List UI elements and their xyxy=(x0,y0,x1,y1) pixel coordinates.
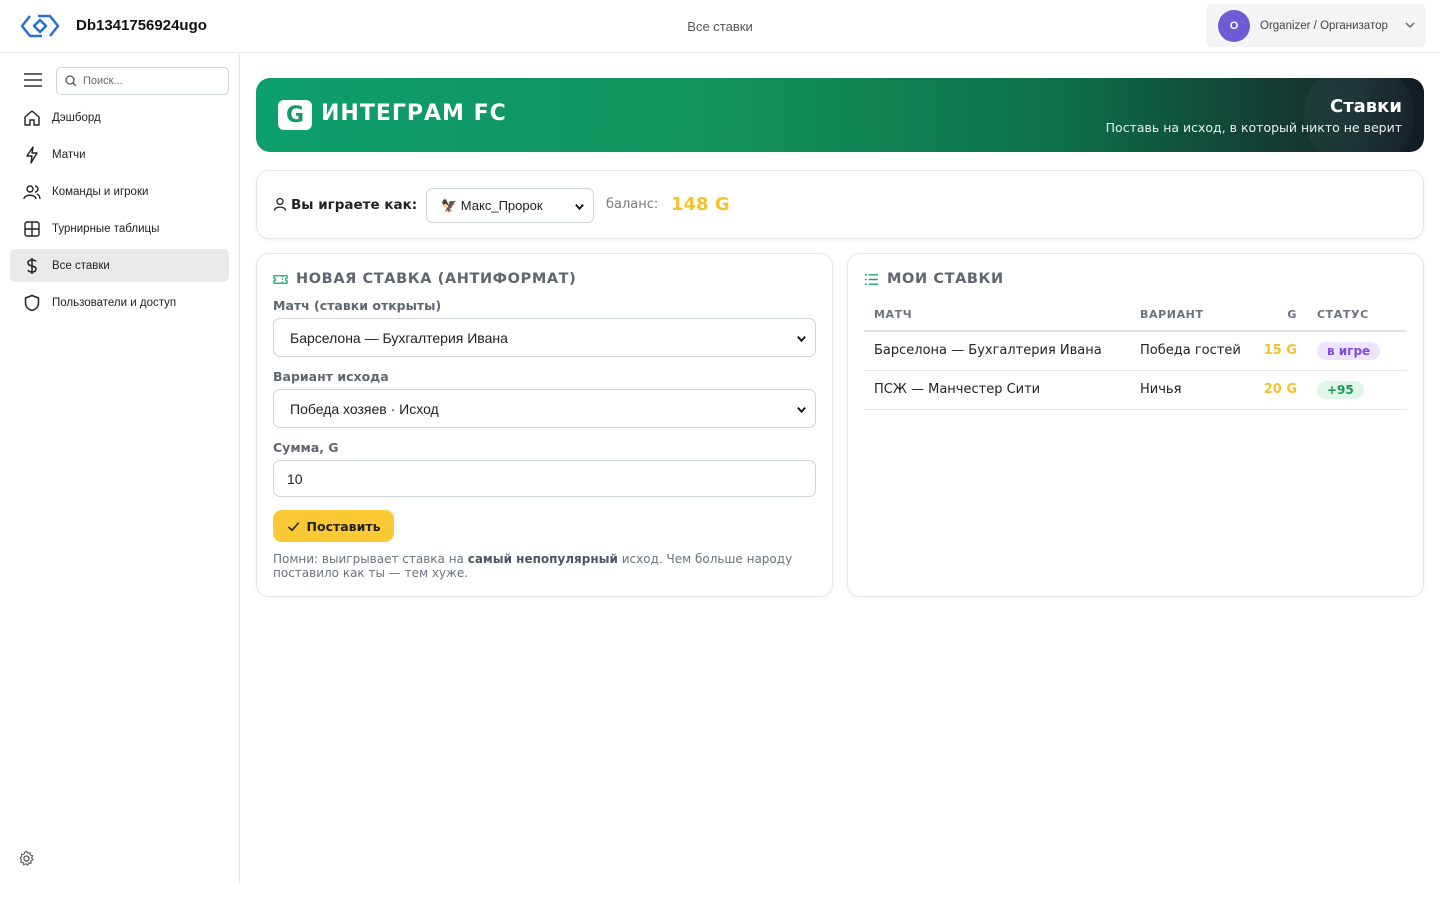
users-icon xyxy=(23,184,41,199)
sidebar-item-label: Команды и игроки xyxy=(52,185,149,198)
table-row: Барселона — Бухгалтерия Ивана Победа гос… xyxy=(864,331,1407,371)
search-box[interactable] xyxy=(56,67,229,95)
user-menu-button[interactable]: O Organizer / Организатор xyxy=(1206,4,1426,47)
amount-label: Сумма, G xyxy=(273,440,339,455)
dollar-icon xyxy=(27,257,37,274)
match-label: Матч (ставки открыты) xyxy=(273,298,442,313)
chevron-down-icon xyxy=(575,204,584,211)
status-badge: +95 xyxy=(1317,380,1364,399)
chevron-down-icon xyxy=(1405,22,1415,28)
match-select[interactable]: Барселона — Бухгалтерия Ивана xyxy=(273,318,816,357)
player-select-value: 🦅 Макс_Пророк xyxy=(441,197,543,213)
gear-icon[interactable] xyxy=(18,850,35,867)
my-bets-title-text: МОИ СТАВКИ xyxy=(887,271,1004,287)
hint-text: Помни: выигрывает ставка на xyxy=(273,552,468,566)
column-header: ВАРИАНТ xyxy=(1130,298,1254,332)
user-icon xyxy=(273,197,287,211)
bet-variant: Ничья xyxy=(1130,370,1254,410)
my-bets-card: МОИ СТАВКИ МАТЧ ВАРИАНТ G СТАТУС Барсело… xyxy=(847,253,1424,597)
avatar: O xyxy=(1218,9,1250,42)
player-label: Вы играете как: xyxy=(291,197,418,213)
top-bar: Db1341756924ugo Все ставки O Organizer /… xyxy=(0,0,1440,53)
search-input[interactable] xyxy=(83,75,213,87)
balance-value: 148 G xyxy=(671,194,730,215)
ticket-icon xyxy=(273,274,288,284)
outcome-select-value: Победа хозяев · Исход xyxy=(290,400,439,417)
column-header: МАТЧ xyxy=(864,298,1130,332)
menu-icon[interactable] xyxy=(24,73,42,87)
chevron-down-icon xyxy=(797,336,806,343)
bet-match: Барселона — Бухгалтерия Ивана xyxy=(864,331,1130,371)
bet-variant: Победа гостей xyxy=(1130,331,1254,371)
banner-subtitle: Поставь на исход, в который никто не вер… xyxy=(1105,120,1402,135)
brand-badge: G xyxy=(278,100,312,130)
check-icon xyxy=(287,521,299,531)
app-title[interactable]: Db1341756924ugo xyxy=(76,17,207,34)
user-name: Organizer / Организатор xyxy=(1260,19,1388,32)
sidebar-item-teams[interactable]: Команды и игроки xyxy=(10,175,229,208)
my-bets-title: МОИ СТАВКИ xyxy=(864,271,1004,287)
sidebar-item-users-access[interactable]: Пользователи и доступ xyxy=(10,286,229,319)
player-card: Вы играете как: 🦅 Макс_Пророк баланс: 14… xyxy=(256,170,1424,239)
page-heading: Все ставки xyxy=(687,19,753,34)
place-bet-label: Поставить xyxy=(306,518,381,534)
sidebar-item-label: Пользователи и доступ xyxy=(52,296,177,309)
new-bet-title: НОВАЯ СТАВКА (АНТИФОРМАТ) xyxy=(273,271,576,287)
sidebar-item-label: Дэшборд xyxy=(52,111,101,124)
sidebar-item-all-bets[interactable]: Все ставки xyxy=(10,249,229,282)
amount-input-value: 10 xyxy=(287,470,303,487)
column-header: СТАТУС xyxy=(1307,298,1407,332)
bet-amount: 20 G xyxy=(1254,370,1307,410)
new-bet-card: НОВАЯ СТАВКА (АНТИФОРМАТ) Матч (ставки о… xyxy=(256,253,833,597)
table-row: ПСЖ — Манчестер Сити Ничья 20 G +95 xyxy=(864,370,1407,410)
bet-hint: Помни: выигрывает ставка на самый непопу… xyxy=(273,552,818,580)
table-icon xyxy=(24,220,40,237)
list-icon xyxy=(864,273,879,285)
place-bet-button[interactable]: Поставить xyxy=(273,510,394,542)
bet-match: ПСЖ — Манчестер Сити xyxy=(864,370,1130,410)
balance-label: баланс: xyxy=(606,197,659,212)
lightning-icon xyxy=(26,145,38,164)
chevron-down-icon xyxy=(797,407,806,414)
hint-emphasis: самый непопулярный xyxy=(467,552,618,566)
sidebar-item-label: Матчи xyxy=(52,148,86,161)
home-icon xyxy=(24,109,40,126)
banner-title: Ставки xyxy=(1329,96,1402,117)
sidebar-item-label: Все ставки xyxy=(52,259,110,272)
app-logo-icon[interactable] xyxy=(20,12,60,40)
status-badge: в игре xyxy=(1317,341,1381,360)
column-header: G xyxy=(1254,298,1307,332)
amount-input[interactable]: 10 xyxy=(273,460,816,497)
sidebar-item-standings[interactable]: Турнирные таблицы xyxy=(10,212,229,245)
shield-icon xyxy=(24,294,40,311)
outcome-label: Вариант исхода xyxy=(273,369,389,384)
outcome-select[interactable]: Победа хозяев · Исход xyxy=(273,389,816,428)
player-select[interactable]: 🦅 Макс_Пророк xyxy=(426,188,594,223)
new-bet-title-text: НОВАЯ СТАВКА (АНТИФОРМАТ) xyxy=(296,271,577,287)
bet-amount: 15 G xyxy=(1254,331,1307,371)
search-icon xyxy=(65,75,77,87)
sidebar-item-label: Турнирные таблицы xyxy=(52,222,160,235)
my-bets-table: МАТЧ ВАРИАНТ G СТАТУС Барселона — Бухгал… xyxy=(864,298,1407,410)
sidebar-nav: Дэшборд Матчи Команды и игроки Турнирные… xyxy=(10,101,229,323)
sidebar: Дэшборд Матчи Команды и игроки Турнирные… xyxy=(0,54,240,884)
sidebar-item-matches[interactable]: Матчи xyxy=(10,138,229,171)
match-select-value: Барселона — Бухгалтерия Ивана xyxy=(290,329,508,346)
hero-banner: G ИНТЕГРАМ FC Ставки Поставь на исход, в… xyxy=(256,78,1424,152)
sidebar-item-dashboard[interactable]: Дэшборд xyxy=(10,101,229,134)
brand-name: ИНТЕГРАМ FC xyxy=(321,101,507,126)
